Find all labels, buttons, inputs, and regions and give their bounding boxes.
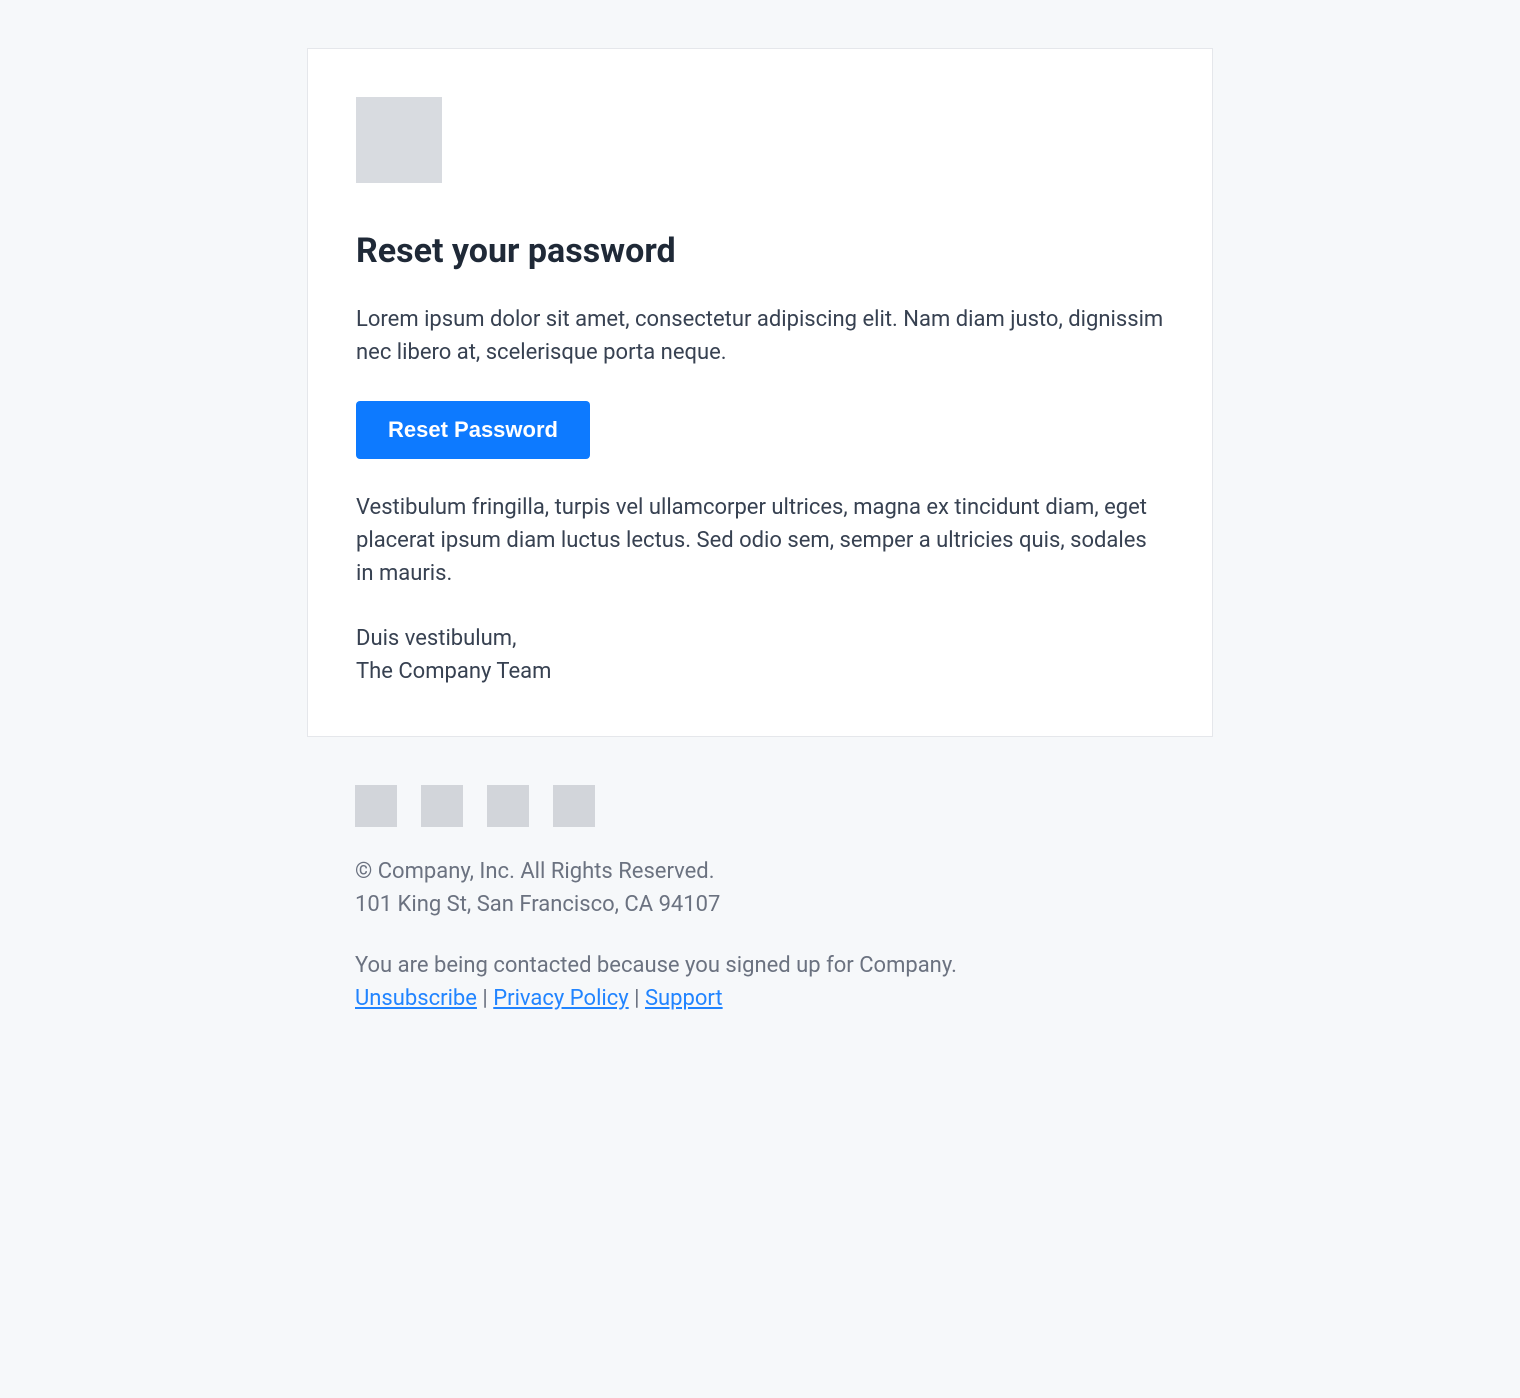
intro-paragraph: Lorem ipsum dolor sit amet, consectetur … — [356, 303, 1164, 369]
separator: | — [477, 986, 493, 1011]
support-link[interactable]: Support — [645, 986, 723, 1011]
closing-line-1: Duis vestibulum, — [356, 622, 1164, 655]
closing-block: Duis vestibulum, The Company Team — [356, 622, 1164, 688]
separator: | — [629, 986, 645, 1011]
closing-line-2: The Company Team — [356, 655, 1164, 688]
reset-password-button[interactable]: Reset Password — [356, 401, 590, 459]
unsubscribe-link[interactable]: Unsubscribe — [355, 986, 477, 1011]
footer: © Company, Inc. All Rights Reserved. 101… — [307, 737, 1213, 1063]
footer-links-row: Unsubscribe | Privacy Policy | Support — [355, 982, 1165, 1015]
followup-paragraph: Vestibulum fringilla, turpis vel ullamco… — [356, 491, 1164, 590]
logo-placeholder — [356, 97, 442, 183]
social-icon[interactable] — [553, 785, 595, 827]
social-icon[interactable] — [487, 785, 529, 827]
footer-contact-block: You are being contacted because you sign… — [355, 949, 1165, 1015]
address-text: 101 King St, San Francisco, CA 94107 — [355, 888, 1165, 921]
social-icons-row — [355, 785, 1165, 827]
contact-reason-text: You are being contacted because you sign… — [355, 949, 1165, 982]
social-icon[interactable] — [355, 785, 397, 827]
social-icon[interactable] — [421, 785, 463, 827]
heading: Reset your password — [356, 231, 1164, 271]
footer-company-block: © Company, Inc. All Rights Reserved. 101… — [355, 855, 1165, 921]
email-card: Reset your password Lorem ipsum dolor si… — [307, 48, 1213, 737]
privacy-policy-link[interactable]: Privacy Policy — [493, 986, 628, 1011]
copyright-text: © Company, Inc. All Rights Reserved. — [355, 855, 1165, 888]
